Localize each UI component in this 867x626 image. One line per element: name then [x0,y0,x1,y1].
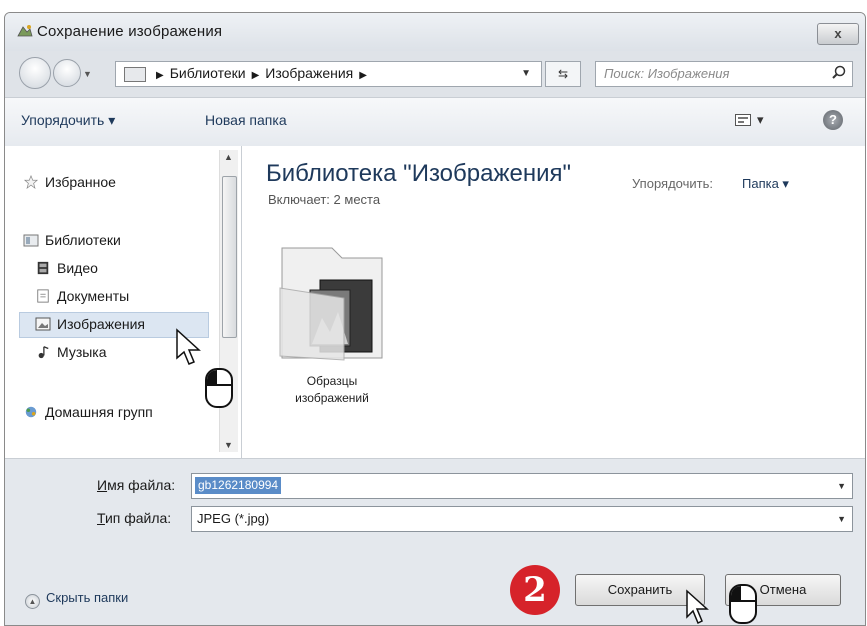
hide-folders-button[interactable]: ▲ Скрыть папки [25,590,128,609]
save-image-dialog: Сохранение изображения x ▼ ▶ Библиотеки ▶ И… [4,12,866,626]
chevron-down-icon[interactable]: ▼ [837,481,846,491]
chevron-right-icon: ▶ [156,70,164,81]
filename-label: Имя файла: [97,477,175,493]
breadcrumb-libraries[interactable]: Библиотеки [170,65,246,81]
back-button[interactable] [19,57,51,89]
arrange-label: Упорядочить: [632,176,713,191]
nav-item-label: Документы [57,288,130,304]
address-dropdown-icon[interactable]: ▼ [521,68,531,79]
close-button[interactable]: x [817,23,859,45]
library-title: Библиотека "Изображения" [266,160,572,187]
history-dropdown-icon[interactable]: ▼ [83,69,92,79]
folder-name: Образцы изображений [272,373,392,407]
title-bar: Сохранение изображения x [5,13,865,51]
search-input[interactable]: Поиск: Изображения [595,61,853,87]
filetype-label: Тип файла: [97,510,171,526]
filename-label-access-key: И [97,477,108,493]
breadcrumb-pictures[interactable]: Изображения [265,65,353,81]
view-icon [735,114,751,126]
new-folder-button[interactable]: Новая папка [205,112,287,128]
paint-icon [17,25,33,37]
nav-item-documents[interactable]: Документы [35,288,129,304]
navigation-pane: Избранное Библиотеки Видео Документы Изо… [5,146,242,458]
forward-button[interactable] [53,59,81,87]
arrange-dropdown[interactable]: Папка ▾ [742,176,789,192]
nav-item-video[interactable]: Видео [35,260,98,276]
mouse-pointer-icon [176,328,201,365]
nav-item-libraries[interactable]: Библиотеки [23,232,121,248]
homegroup-icon [25,406,37,418]
nav-item-favorites[interactable]: Избранное [23,174,116,190]
breadcrumb: ▶ Библиотеки ▶ Изображения ▶ [150,65,373,81]
mouse-pointer-icon [686,589,709,625]
mouse-click-icon [205,368,233,408]
scrollbar-thumb[interactable] [222,176,237,338]
nav-item-label: Домашняя групп [45,404,153,420]
library-includes[interactable]: Включает: 2 места [268,192,380,207]
address-bar[interactable]: ▶ Библиотеки ▶ Изображения ▶ ▼ [115,61,542,87]
folder-icon [279,247,383,361]
pictures-icon [35,317,51,331]
documents-icon [37,289,49,303]
window-title: Сохранение изображения [37,23,223,40]
folder-item[interactable]: Образцы изображений [272,228,392,418]
filename-value: gb1262180994 [195,477,282,494]
search-icon [832,65,846,79]
filetype-label-access-key: Т [97,510,105,526]
music-icon [38,346,49,359]
address-row: ▼ ▶ Библиотеки ▶ Изображения ▶ ▼ ⇆ Поиск: Из… [5,51,865,97]
hide-folders-label: Скрыть папки [46,590,129,605]
folder-name-line2: изображений [295,391,369,405]
step-badge: 2 [510,565,560,615]
scroll-down-icon[interactable]: ▼ [224,440,233,450]
chevron-down-icon[interactable]: ▼ [837,514,846,524]
close-icon: x [834,26,842,41]
nav-item-music[interactable]: Музыка [35,344,107,360]
filetype-value: JPEG (*.jpg) [197,511,270,526]
refresh-button[interactable]: ⇆ [545,61,581,87]
star-icon [23,175,39,189]
chevron-right-icon: ▶ [251,70,260,81]
nav-item-label: Музыка [57,344,107,360]
content-pane: Библиотека "Изображения" Включает: 2 мес… [242,146,865,458]
folder-name-line1: Образцы [306,374,358,388]
filename-input[interactable]: gb1262180994 ▼ [191,473,853,499]
nav-item-homegroup[interactable]: Домашняя групп [23,404,153,420]
includes-text: Включает: 2 места [268,192,381,207]
filetype-select[interactable]: JPEG (*.jpg) ▼ [191,506,853,532]
refresh-icon: ⇆ [557,67,569,81]
chevron-up-icon: ▲ [25,594,40,609]
nav-item-label: Изображения [57,316,145,332]
scroll-up-icon[interactable]: ▲ [224,152,233,162]
nav-item-pictures[interactable]: Изображения [35,316,145,332]
nav-item-label: Видео [57,260,98,276]
view-options-button[interactable]: ▾ [735,112,764,128]
mouse-click-icon [729,584,757,624]
save-form: Имя файла: gb1262180994 ▼ Тип файла: JPE… [5,458,865,625]
folder-icon [124,67,146,82]
help-button[interactable]: ? [823,110,843,130]
nav-item-label: Библиотеки [45,232,121,248]
nav-item-label: Избранное [45,174,116,190]
libraries-icon [23,234,39,247]
chevron-right-icon: ▶ [359,70,367,81]
search-placeholder: Поиск: Изображения [604,66,730,81]
filetype-label-rest: ип файла: [104,510,172,526]
chevron-down-icon: ▾ [757,112,764,127]
filename-label-rest: мя файла: [107,477,176,493]
toolbar: Упорядочить ▾ Новая папка ▾ ? [5,97,865,147]
organize-button[interactable]: Упорядочить ▾ [21,112,115,129]
video-icon [37,261,49,275]
